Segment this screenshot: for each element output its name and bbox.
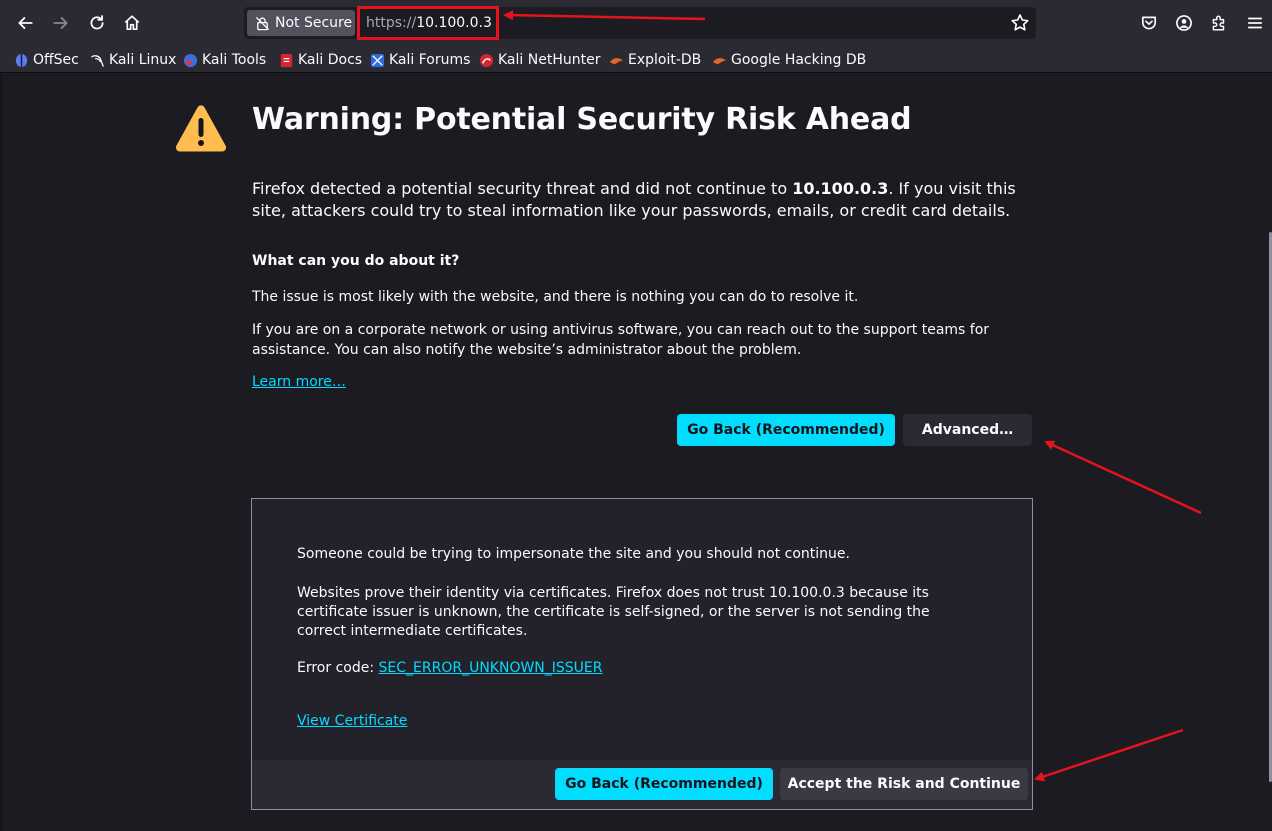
star-icon	[1011, 14, 1029, 31]
bookmark-offsec[interactable]: OffSec	[14, 49, 79, 71]
intro-before: Firefox detected a potential security th…	[252, 179, 793, 198]
intro-text: Firefox detected a potential security th…	[252, 178, 1042, 222]
bookmark-kali-docs[interactable]: Kali Docs	[279, 49, 362, 71]
kali-tools-icon	[183, 53, 198, 67]
issue-paragraph: The issue is most likely with the websit…	[252, 289, 859, 305]
arrow-left-icon	[18, 17, 33, 29]
bookmark-exploit-db[interactable]: Exploit-DB	[609, 49, 701, 71]
app-menu-button[interactable]	[1240, 8, 1270, 38]
pocket-icon	[1141, 16, 1157, 30]
back-button[interactable]	[10, 8, 40, 38]
error-code-link[interactable]: SEC_ERROR_UNKNOWN_ISSUER	[379, 660, 603, 676]
advanced-panel-footer: Go Back (Recommended) Accept the Risk an…	[252, 760, 1032, 809]
intro-host: 10.100.0.3	[792, 179, 889, 198]
exploit-db-icon	[609, 57, 624, 64]
bookmark-kali-linux[interactable]: Kali Linux	[90, 49, 176, 71]
bookmark-label: Kali Docs	[298, 52, 363, 68]
not-secure-label: Not Secure	[275, 15, 353, 31]
account-icon	[1176, 15, 1192, 31]
offsec-icon	[15, 53, 28, 67]
go-back-button[interactable]: Go Back (Recommended)	[677, 414, 895, 446]
home-button[interactable]	[117, 8, 147, 38]
bookmarks-toolbar: OffSec Kali Linux Kali Tools Kali Docs K…	[0, 46, 1272, 73]
pocket-button[interactable]	[1134, 8, 1164, 38]
url-scheme: https://	[366, 15, 417, 31]
view-certificate-link[interactable]: View Certificate	[297, 713, 407, 729]
certificate-explanation: Websites prove their identity via certif…	[297, 585, 930, 639]
learn-more-link[interactable]: Learn more…	[252, 374, 346, 390]
bookmark-label: Exploit-DB	[628, 52, 702, 68]
url-host: 10.100.0.3	[416, 15, 492, 31]
advanced-go-back-button[interactable]: Go Back (Recommended)	[555, 768, 773, 800]
kali-docs-icon	[280, 53, 293, 67]
bookmark-label: Google Hacking DB	[731, 52, 867, 68]
page-title: Warning: Potential Security Risk Ahead	[252, 102, 912, 137]
bookmark-label: Kali Tools	[202, 52, 267, 68]
browser-toolbar: Not Secure https://10.100.0.3	[0, 0, 1272, 46]
ghdb-icon	[712, 57, 727, 64]
bookmark-kali-tools[interactable]: Kali Tools	[183, 49, 266, 71]
bookmark-label: OffSec	[33, 52, 79, 68]
arrow-right-icon	[53, 17, 68, 29]
advanced-button[interactable]: Advanced…	[903, 414, 1032, 446]
bookmark-google-hacking-db[interactable]: Google Hacking DB	[712, 49, 866, 71]
bookmark-label: Kali Forums	[389, 52, 471, 68]
advanced-panel: Someone could be trying to impersonate t…	[251, 498, 1033, 810]
not-secure-button[interactable]: Not Secure	[247, 10, 355, 36]
kali-dragon-icon	[91, 54, 104, 67]
bookmark-label: Kali NetHunter	[498, 52, 601, 68]
account-button[interactable]	[1169, 8, 1199, 38]
url-bar[interactable]: Not Secure https://10.100.0.3	[244, 7, 1036, 39]
impersonate-text: Someone could be trying to impersonate t…	[297, 546, 850, 562]
kali-forums-icon	[370, 53, 385, 67]
home-icon	[124, 15, 140, 31]
warning-triangle-icon	[175, 105, 227, 152]
broken-lock-icon	[255, 16, 270, 30]
bookmark-kali-forums[interactable]: Kali Forums	[370, 49, 470, 71]
error-code-line: Error code: SEC_ERROR_UNKNOWN_ISSUER	[297, 660, 603, 676]
url-text[interactable]: https://10.100.0.3	[366, 7, 492, 39]
nethunter-icon	[479, 53, 494, 67]
reload-button[interactable]	[82, 8, 112, 38]
menu-icon	[1247, 17, 1263, 29]
page-content: Warning: Potential Security Risk Ahead F…	[0, 74, 1272, 831]
forward-button[interactable]	[46, 8, 76, 38]
error-code-label: Error code:	[297, 660, 379, 676]
bookmark-kali-nethunter[interactable]: Kali NetHunter	[479, 49, 600, 71]
accept-risk-button[interactable]: Accept the Risk and Continue	[780, 768, 1028, 800]
corporate-paragraph: If you are on a corporate network or usi…	[252, 322, 990, 358]
reload-icon	[90, 15, 104, 30]
extensions-icon	[1212, 15, 1225, 31]
bookmark-star-button[interactable]	[1010, 13, 1030, 33]
bookmark-label: Kali Linux	[109, 52, 177, 68]
extensions-button[interactable]	[1204, 8, 1234, 38]
what-heading: What can you do about it?	[252, 253, 460, 269]
